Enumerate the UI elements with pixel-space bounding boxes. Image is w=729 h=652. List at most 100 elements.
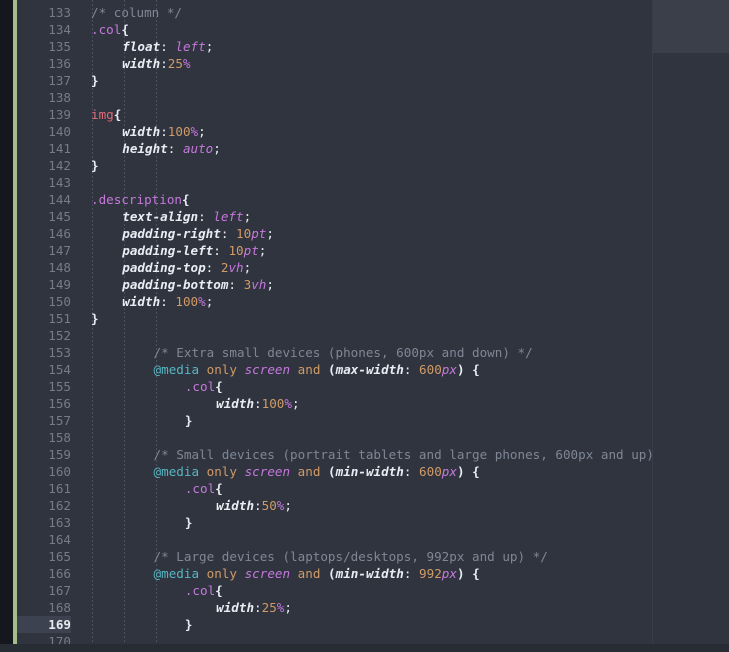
- code-line[interactable]: 134 .col{: [17, 21, 729, 38]
- code-line-text: padding-left: 10pt;: [122, 242, 266, 259]
- code-line-text: }: [185, 616, 193, 633]
- code-token: only: [206, 362, 237, 377]
- code-line[interactable]: 162 width:50%;: [17, 497, 729, 514]
- code-line-text: width:100%;: [122, 123, 205, 140]
- code-line[interactable]: 147 padding-left: 10pt;: [17, 242, 729, 259]
- code-line[interactable]: 164: [17, 531, 729, 548]
- minimap-slider[interactable]: [653, 0, 729, 53]
- code-line[interactable]: 144 .description{: [17, 191, 729, 208]
- code-token: .col: [184, 379, 216, 394]
- code-line[interactable]: 154 @media only screen and (max-width: 60…: [17, 361, 729, 378]
- minimap-line: [657, 340, 727, 343]
- code-line[interactable]: 169}: [17, 616, 729, 633]
- code-line[interactable]: 168 width:25%;: [17, 599, 729, 616]
- code-line[interactable]: 139 img{: [17, 106, 729, 123]
- code-token: :: [254, 600, 262, 615]
- code-token: 25: [167, 56, 183, 71]
- code-token: ) {: [456, 566, 480, 581]
- code-token: .description: [91, 192, 182, 207]
- code-line[interactable]: 140 width:100%;: [17, 123, 729, 140]
- code-line[interactable]: 159 /* Small devices (portrait tablets an…: [17, 446, 729, 463]
- line-number: 146: [48, 226, 71, 241]
- code-token: /* Large devices (laptops/desktops, 992p…: [153, 549, 548, 564]
- code-token: 10: [228, 243, 244, 258]
- code-token: ;: [205, 294, 214, 309]
- code-token: :: [167, 141, 183, 156]
- code-line[interactable]: 152: [17, 327, 729, 344]
- code-line-text: }: [91, 157, 99, 174]
- code-line[interactable]: 163}: [17, 514, 729, 531]
- code-line[interactable]: 135 float: left;: [17, 38, 729, 55]
- code-token: height: [122, 141, 168, 156]
- code-token: screen: [244, 362, 291, 377]
- code-token: 50: [261, 498, 277, 513]
- code-line[interactable]: 161 .col{: [17, 480, 729, 497]
- code-line[interactable]: 166 @media only screen and (min-width: 99…: [17, 565, 729, 582]
- line-number: 145: [48, 209, 71, 224]
- code-token: width: [122, 294, 161, 309]
- code-token: and: [297, 362, 321, 377]
- code-content-area[interactable]: 133/* column */134 .col{135 float: left; 13…: [17, 0, 729, 652]
- code-token: :: [228, 277, 244, 292]
- code-token: :: [254, 396, 262, 411]
- code-line[interactable]: 151}: [17, 310, 729, 327]
- line-number: 134: [48, 22, 71, 37]
- code-token: min-width: [335, 464, 404, 479]
- line-number: 153: [48, 345, 71, 360]
- code-line[interactable]: 158: [17, 429, 729, 446]
- code-token: }: [184, 413, 193, 428]
- code-line-text: .col{: [185, 378, 223, 395]
- code-line[interactable]: 137}: [17, 72, 729, 89]
- code-token: {: [215, 379, 223, 394]
- code-line[interactable]: 165 /* Large devices (laptops/desktops, 9…: [17, 548, 729, 565]
- code-line[interactable]: 141 height: auto;: [17, 140, 729, 157]
- code-line[interactable]: 157}: [17, 412, 729, 429]
- code-line[interactable]: 143: [17, 174, 729, 191]
- code-token: @media: [153, 362, 200, 377]
- code-token: width: [216, 396, 255, 411]
- code-line[interactable]: 148 padding-top: 2vh;: [17, 259, 729, 276]
- code-line[interactable]: 142}: [17, 157, 729, 174]
- minimap[interactable]: [652, 0, 729, 652]
- code-line-text: padding-right: 10pt;: [122, 225, 274, 242]
- code-token: ;: [205, 39, 214, 54]
- code-line[interactable]: 156 width:100%;: [17, 395, 729, 412]
- code-token: min-width: [335, 566, 404, 581]
- code-line[interactable]: 136 width:25%: [17, 55, 729, 72]
- code-token: padding-left: [122, 243, 214, 258]
- code-line[interactable]: 138: [17, 89, 729, 106]
- line-number: 162: [48, 498, 71, 513]
- line-number: 147: [48, 243, 71, 258]
- line-number: 164: [48, 532, 71, 547]
- code-token: (: [328, 464, 336, 479]
- code-line[interactable]: 145 text-align: left;: [17, 208, 729, 225]
- code-token: padding-bottom: [122, 277, 229, 292]
- code-token: (: [328, 362, 336, 377]
- code-line-text: }: [185, 514, 193, 531]
- code-token: px: [441, 464, 457, 479]
- line-number: 135: [48, 39, 71, 54]
- code-token: screen: [244, 464, 291, 479]
- code-line-text: .col{: [91, 21, 129, 38]
- code-token: .col: [184, 583, 216, 598]
- code-token: ;: [243, 260, 252, 275]
- code-token: :: [403, 362, 420, 377]
- code-line[interactable]: 167 .col{: [17, 582, 729, 599]
- line-number: 158: [48, 430, 71, 445]
- code-line[interactable]: 150 width: 100%;: [17, 293, 729, 310]
- code-line[interactable]: 149 padding-bottom: 3vh;: [17, 276, 729, 293]
- code-line[interactable]: 160 @media only screen and (min-width: 60…: [17, 463, 729, 480]
- code-line[interactable]: 153 /* Extra small devices (phones, 600px…: [17, 344, 729, 361]
- code-lines: 133/* column */134 .col{135 float: left; 13…: [17, 4, 729, 650]
- line-number: 160: [48, 464, 71, 479]
- code-line[interactable]: 133 /* column */: [17, 4, 729, 21]
- line-number: 150: [48, 294, 71, 309]
- code-token: pt: [243, 243, 259, 258]
- code-line[interactable]: 146 padding-right: 10pt;: [17, 225, 729, 242]
- code-line[interactable]: 155 .col{: [17, 378, 729, 395]
- code-token: vh: [228, 260, 244, 275]
